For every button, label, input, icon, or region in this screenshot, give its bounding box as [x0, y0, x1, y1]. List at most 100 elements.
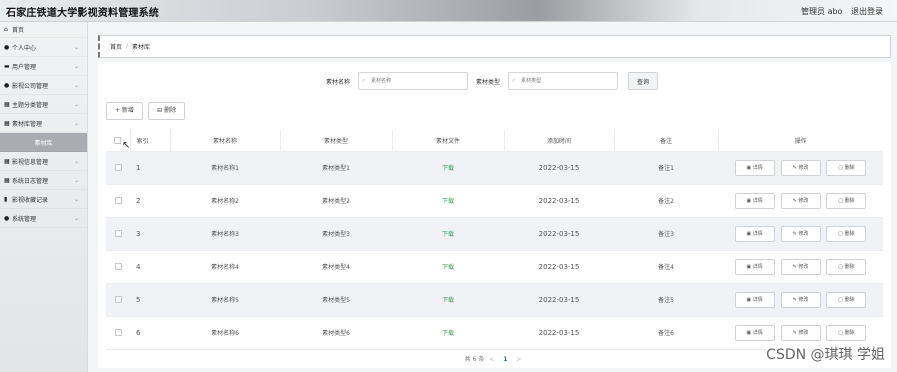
row-delete-button[interactable]: ▢ 删除	[826, 258, 867, 275]
breadcrumb: 首页 / 素材库	[98, 35, 891, 58]
row-checkbox[interactable]	[114, 197, 122, 204]
detail-label: 详情	[752, 263, 763, 270]
row-checkbox[interactable]	[114, 329, 122, 336]
detail-button[interactable]: ▣ 详情	[734, 258, 775, 275]
download-link[interactable]: 下载	[392, 316, 504, 350]
row-type: 素材类型2	[280, 184, 392, 218]
detail-button[interactable]: ▣ 详情	[734, 291, 775, 308]
name-search-input[interactable]	[358, 72, 468, 90]
person-icon: ●	[4, 214, 10, 222]
sidebar-item-companies[interactable]: ● 影视公司管理 ⌄	[0, 76, 87, 95]
row-name: 素材名称1	[170, 151, 280, 185]
row-delete-button[interactable]: ▢ 删除	[826, 225, 867, 242]
search-icon: ⌕	[362, 77, 366, 84]
detail-label: 详情	[752, 329, 763, 336]
sidebar-item-label: 首页	[12, 27, 25, 34]
breadcrumb-separator: /	[126, 43, 129, 50]
current-page[interactable]: 1	[503, 356, 507, 363]
download-link[interactable]: 下载	[392, 250, 504, 284]
row-actions: ▣ 详情 ✎ 修改 ▢ 删除	[718, 217, 883, 251]
row-select-cell	[106, 316, 130, 350]
next-page-button[interactable]: >	[516, 356, 521, 363]
column-header-name: 素材名称	[169, 130, 280, 152]
pagination-total: 共 6 条	[464, 356, 485, 363]
user-icon: ●	[4, 43, 10, 51]
column-header-note: 备注	[613, 130, 718, 152]
edit-button[interactable]: ✎ 修改	[780, 225, 821, 242]
sidebar-subitem-material-library[interactable]: 素材库	[0, 133, 87, 152]
detail-button[interactable]: ▣ 详情	[734, 324, 775, 341]
sidebar-item-categories[interactable]: ▦ 主题分类管理 ⌄	[0, 95, 87, 114]
row-checkbox[interactable]	[114, 263, 122, 270]
sidebar-item-home[interactable]: ⌂ 首页	[0, 22, 87, 38]
row-date: 2022-03-15	[504, 316, 614, 350]
prev-page-button[interactable]: <	[489, 356, 494, 363]
detail-button[interactable]: ▣ 详情	[734, 192, 775, 209]
sidebar-item-film-info[interactable]: ▦ 影视信息管理 ⌄	[0, 152, 87, 171]
sidebar-item-profile[interactable]: ● 个人中心 ⌄	[0, 38, 87, 57]
row-delete-button[interactable]: ▢ 删除	[826, 159, 867, 176]
sidebar-item-materials[interactable]: ▦ 素材库管理 ⌄	[0, 114, 87, 133]
query-button[interactable]: 查询	[628, 72, 658, 90]
select-all-checkbox[interactable]	[114, 136, 122, 144]
home-icon: ⌂	[4, 26, 8, 33]
row-index: 1	[130, 151, 170, 185]
row-date: 2022-03-15	[504, 250, 614, 284]
table-row: 2 素材名称2 素材类型2 下载 2022-03-15 备注2 ▣ 详情 ✎ 修…	[106, 184, 883, 218]
row-name: 素材名称4	[170, 250, 280, 284]
download-link[interactable]: 下载	[392, 217, 504, 251]
materials-table: 索引 素材名称 素材类型 素材文件 添加时间 备注 操作 1 素材名称1 素材类…	[106, 130, 883, 350]
edit-button[interactable]: ✎ 修改	[780, 324, 821, 341]
sidebar-item-system[interactable]: ● 系统管理 ⌄	[0, 209, 87, 228]
sidebar-item-logs[interactable]: ▦ 系统日志管理 ⌄	[0, 171, 87, 190]
column-header-actions: 操作	[717, 130, 883, 152]
chevron-down-icon: ⌄	[73, 43, 79, 51]
row-delete-button[interactable]: ▢ 删除	[826, 192, 867, 209]
delete-button[interactable]: ⊟ 删除	[148, 102, 186, 120]
sidebar: ⌂ 首页 ● 个人中心 ⌄ ▬ 用户管理 ⌄ ● 影视公司管理 ⌄ ▦ 主题分类…	[0, 22, 88, 372]
detail-button[interactable]: ▣ 详情	[734, 159, 775, 176]
edit-button[interactable]: ✎ 修改	[780, 258, 821, 275]
delete-label: 删除	[844, 329, 855, 336]
type-search-input[interactable]	[508, 72, 618, 90]
breadcrumb-home[interactable]: 首页	[110, 42, 122, 51]
delete-label: 删除	[844, 296, 855, 303]
detail-label: 详情	[752, 197, 763, 204]
edit-button[interactable]: ✎ 修改	[780, 192, 821, 209]
row-delete-button[interactable]: ▢ 删除	[826, 291, 867, 308]
grid-icon: ▦	[4, 100, 10, 108]
column-header-type: 素材类型	[279, 130, 392, 152]
edit-button[interactable]: ✎ 修改	[780, 159, 821, 176]
row-note: 备注2	[614, 184, 718, 218]
row-checkbox[interactable]	[114, 230, 122, 237]
row-checkbox[interactable]	[114, 164, 122, 171]
download-link[interactable]: 下载	[392, 151, 504, 185]
watermark: CSDN @琪琪 学姐	[766, 344, 885, 364]
download-link[interactable]: 下载	[392, 283, 504, 317]
row-note: 备注5	[614, 283, 718, 317]
download-link[interactable]: 下载	[392, 184, 504, 218]
chevron-down-icon: ⌄	[73, 81, 79, 89]
add-button[interactable]: + 新增	[106, 102, 143, 120]
detail-button[interactable]: ▣ 详情	[734, 225, 775, 242]
grid-icon: ▦	[4, 157, 10, 165]
logout-link[interactable]: 退出登录	[851, 7, 883, 16]
row-date: 2022-03-15	[504, 217, 614, 251]
sidebar-item-users[interactable]: ▬ 用户管理 ⌄	[0, 57, 87, 76]
detail-label: 详情	[752, 230, 763, 237]
chevron-down-icon: ⌄	[73, 157, 79, 165]
sidebar-item-favorites[interactable]: ▮ 影视收藏记录 ⌄	[0, 190, 87, 209]
row-note: 备注3	[614, 217, 718, 251]
top-header: 石家庄铁道大学影视资料管理系统 管理员 abo 退出登录	[0, 0, 897, 22]
edit-button[interactable]: ✎ 修改	[780, 291, 821, 308]
row-delete-button[interactable]: ▢ 删除	[826, 324, 867, 341]
row-checkbox[interactable]	[114, 296, 122, 303]
app-title: 石家庄铁道大学影视资料管理系统	[6, 8, 159, 19]
row-index: 2	[130, 184, 170, 218]
row-name: 素材名称2	[170, 184, 280, 218]
row-name: 素材名称3	[170, 217, 280, 251]
delete-label: 删除	[844, 263, 855, 270]
edit-label: 修改	[798, 329, 809, 336]
table-row: 3 素材名称3 素材类型3 下载 2022-03-15 备注3 ▣ 详情 ✎ 修…	[106, 217, 883, 251]
row-index: 6	[130, 316, 170, 350]
